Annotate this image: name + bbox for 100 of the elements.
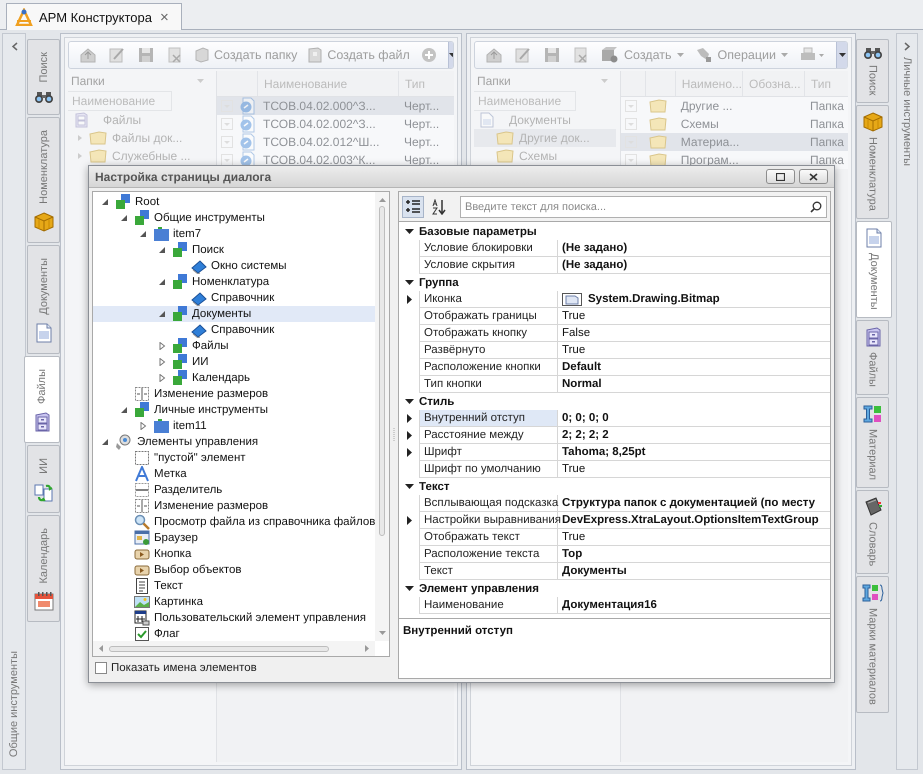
property-name[interactable]: Расположение кнопки (419, 359, 558, 376)
caret-down-icon[interactable] (404, 399, 414, 404)
tree-item[interactable]: Картинка (93, 594, 375, 610)
property-value[interactable]: Документы (558, 563, 830, 580)
caret-down-icon[interactable] (404, 484, 414, 489)
property-value[interactable]: Top (558, 546, 830, 563)
view-toggle-button[interactable] (402, 196, 424, 218)
property-name[interactable]: Отображать границы (419, 308, 558, 325)
property-value[interactable]: Normal (558, 376, 830, 393)
caret-down-icon[interactable] (404, 229, 414, 234)
caret-right-icon[interactable] (406, 448, 412, 457)
tree-item[interactable]: Личные инструменты (93, 402, 375, 418)
property-name[interactable]: Настройки выравнивания (419, 512, 558, 529)
property-value[interactable]: 2; 2; 2; 2 (558, 427, 830, 444)
tree-item[interactable]: item11 (93, 418, 375, 434)
property-name[interactable]: Отображать кнопку (419, 325, 558, 342)
property-value[interactable]: False (558, 325, 830, 342)
tree-item[interactable]: Справочник (93, 322, 375, 338)
caret-down-icon[interactable] (158, 278, 166, 286)
property-name[interactable]: Развёрнуто (419, 342, 558, 359)
calendar-icon (34, 591, 54, 612)
tree-item[interactable]: Документы (93, 306, 375, 322)
tree-item[interactable]: Поиск (93, 242, 375, 258)
property-value[interactable]: True (558, 461, 830, 478)
tree-item[interactable]: Кнопка (93, 546, 375, 562)
property-value[interactable]: (Не задано) (558, 240, 830, 257)
property-value[interactable]: Tahoma; 8,25pt (558, 444, 830, 461)
property-name[interactable]: Условие скрытия (419, 257, 558, 274)
property-value[interactable]: True (558, 308, 830, 325)
tree-item[interactable]: Справочник (93, 290, 375, 306)
caret-down-icon[interactable] (101, 198, 109, 206)
more-button[interactable] (836, 42, 847, 68)
property-value[interactable]: Default (558, 359, 830, 376)
tree-item[interactable]: Календарь (93, 370, 375, 386)
app-tab[interactable]: АРМ Конструктора × (6, 3, 182, 30)
property-name[interactable]: Всплывающая подсказка (419, 495, 558, 512)
caret-right-icon[interactable] (406, 414, 412, 423)
tree-item[interactable]: "пустой" элемент (93, 450, 375, 466)
caret-down-icon[interactable] (404, 586, 414, 591)
property-value[interactable]: True (558, 529, 830, 546)
property-name[interactable]: Условие блокировки (419, 240, 558, 257)
tree-item[interactable]: Разделитель (93, 482, 375, 498)
tree-item[interactable]: ИИ (93, 354, 375, 370)
caret-down-icon[interactable] (120, 406, 128, 414)
tree-item[interactable]: Браузер (93, 530, 375, 546)
tree-item[interactable]: Метка (93, 466, 375, 482)
property-name[interactable]: Текст (419, 563, 558, 580)
category-title: Базовые параметры (419, 226, 537, 238)
property-value[interactable]: True (558, 342, 830, 359)
tree-item[interactable]: Номенклатура (93, 274, 375, 290)
property-value[interactable]: Документация16 (558, 597, 830, 614)
caret-down-icon[interactable] (139, 230, 147, 238)
squares-icon (172, 274, 188, 290)
tree-item[interactable]: Изменение размеров (93, 386, 375, 402)
tree-item[interactable]: Флаг (93, 626, 375, 641)
property-value[interactable]: System.Drawing.Bitmap (558, 291, 830, 308)
property-name[interactable]: Тип кнопки (419, 376, 558, 393)
property-name[interactable]: Отображать текст (419, 529, 558, 546)
tree-item[interactable]: Пользовательский элемент управления (93, 610, 375, 626)
tree-item[interactable]: Текст (93, 578, 375, 594)
list-cell-text: Схемы (680, 117, 720, 131)
property-value[interactable]: 0; 0; 0; 0 (558, 410, 830, 427)
caret-right-icon[interactable] (406, 516, 412, 525)
property-name[interactable]: Наименование (419, 597, 558, 614)
caret-down-icon[interactable] (158, 246, 166, 254)
property-value[interactable]: (Не задано) (558, 257, 830, 274)
property-value[interactable]: Структура папок с документацией (по месту (558, 495, 830, 512)
search-field[interactable]: Введите текст для поиска... (460, 196, 827, 218)
tree-item[interactable]: Файлы (93, 338, 375, 354)
caret-right-icon[interactable] (406, 295, 412, 304)
caret-down-icon[interactable] (158, 310, 166, 318)
tree-item[interactable]: Изменение размеров (93, 498, 375, 514)
tree-item[interactable]: Элементы управления (93, 434, 375, 450)
tree-item[interactable]: Окно системы (93, 258, 375, 274)
side-tab[interactable]: Документы (856, 221, 892, 318)
caret-down-icon[interactable] (101, 438, 109, 446)
close-button[interactable]: × (158, 10, 171, 24)
caret-down-icon (838, 53, 846, 57)
tree-item[interactable]: Общие инструменты (93, 210, 375, 226)
horizontal-scrollbar[interactable] (93, 641, 375, 656)
vertical-scrollbar[interactable] (375, 192, 389, 641)
close-button[interactable] (799, 169, 828, 184)
property-name[interactable]: Внутренний отступ (419, 410, 558, 427)
property-name[interactable]: Расположение текста (419, 546, 558, 563)
tree-item[interactable]: Просмотр файла из справочника файлов (93, 514, 375, 530)
chevron-right-icon[interactable] (904, 42, 910, 51)
checkbox[interactable] (95, 662, 107, 674)
property-name[interactable]: Расстояние между (419, 427, 558, 444)
property-name[interactable]: Шрифт (419, 444, 558, 461)
property-name[interactable]: Шрифт по умолчанию (419, 461, 558, 478)
caret-down-icon[interactable] (404, 280, 414, 285)
chevron-left-icon[interactable] (10, 42, 18, 51)
property-name[interactable]: Иконка (419, 291, 558, 308)
tree-item[interactable]: Выбор объектов (93, 562, 375, 578)
caret-right-icon[interactable] (406, 431, 412, 440)
side-tab[interactable]: Файлы (24, 356, 60, 443)
maximize-button[interactable] (766, 169, 795, 184)
caret-down-icon[interactable] (120, 214, 128, 222)
tree-item[interactable]: Root (93, 194, 375, 210)
tree-item[interactable]: item7 (93, 226, 375, 242)
